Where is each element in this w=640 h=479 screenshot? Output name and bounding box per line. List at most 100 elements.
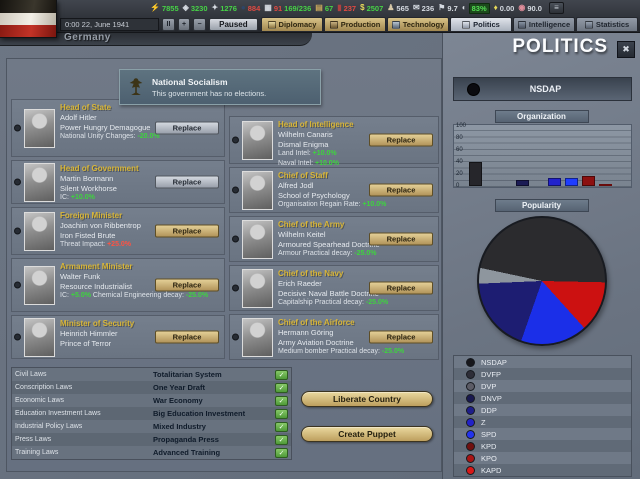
party-row[interactable]: KPD (454, 440, 631, 452)
ruling-party-selector[interactable]: NSDAP (453, 77, 632, 101)
party-row[interactable]: DDP (454, 404, 631, 416)
minister-portrait (24, 163, 55, 202)
party-row[interactable]: SPD (454, 428, 631, 440)
replace-button[interactable]: Replace (155, 122, 219, 135)
org-ytick: 60 (456, 147, 463, 153)
law-check-icon[interactable]: ✓ (275, 409, 288, 419)
replace-button[interactable]: Replace (155, 331, 219, 344)
minister-slot-title: Chief of the Navy (278, 269, 434, 278)
party-legend: NSDAP DVFP DVP DNVP DDP Z SPD KPD KPO KA… (453, 355, 632, 477)
crude-oil-icon: ● (241, 4, 246, 12)
party-row[interactable]: DVFP (454, 368, 631, 380)
minister-effect: Medium bomber Practical decay: -25.0% (278, 348, 434, 357)
party-color-dot (466, 442, 475, 451)
law-check-icon[interactable]: ✓ (275, 396, 288, 406)
law-row[interactable]: Civil LawsTotalitarian System✓ (12, 368, 291, 381)
replace-button[interactable]: Replace (155, 225, 219, 238)
replace-button[interactable]: Replace (155, 279, 219, 292)
supplies-resource: ▤67 (315, 4, 333, 13)
tab-production[interactable]: Production (324, 17, 386, 32)
minister-column-right: Head of Intelligence Wilhelm Canaris Dis… (229, 116, 439, 363)
technology-tab-icon (392, 21, 400, 29)
pause-button[interactable]: II (162, 18, 175, 31)
replace-button[interactable]: Replace (369, 134, 433, 147)
metal-resource: ◈3230 (183, 4, 208, 13)
tab-politics[interactable]: Politics (450, 17, 512, 32)
party-row[interactable]: NSDAP (454, 356, 631, 368)
minister-radio[interactable] (232, 137, 239, 144)
org-bar-DNVP (516, 180, 529, 186)
party-row[interactable]: KPO (454, 452, 631, 464)
menu-button[interactable]: ≡ (549, 2, 564, 14)
party-row[interactable]: Z (454, 416, 631, 428)
energy-value: 7855 (162, 4, 179, 13)
minister-portrait (242, 220, 273, 259)
replace-button[interactable]: Replace (369, 331, 433, 344)
party-row[interactable]: DVP (454, 380, 631, 392)
minister-portrait (24, 318, 55, 357)
tab-statistics[interactable]: Statistics (576, 17, 638, 32)
law-row[interactable]: Economic LawsWar Economy✓ (12, 394, 291, 407)
minister-portrait (24, 266, 55, 305)
leadership-value: 565 (396, 4, 409, 13)
minister-portrait (24, 109, 55, 148)
minister-radio[interactable] (14, 282, 21, 289)
law-row[interactable]: Press LawsPropaganda Press✓ (12, 433, 291, 446)
law-row[interactable]: Industrial Policy LawsMixed Industry✓ (12, 420, 291, 433)
org-bar-SPD (565, 178, 578, 186)
tab-technology[interactable]: Technology (387, 17, 449, 32)
minister-effect: Capitalship Practical decay: -25.0% (278, 299, 434, 308)
minister-slot-title: Chief of the Airforce (278, 318, 434, 327)
minister-effect: IC: +5.0% Chemical Engineering decay: -2… (60, 292, 220, 301)
law-category: Economic Laws (15, 397, 153, 404)
party-row[interactable]: KAPD (454, 464, 631, 476)
party-color-dot (466, 370, 475, 379)
minister-radio[interactable] (14, 125, 21, 132)
country-name: Germany (64, 32, 111, 43)
government-type-banner: National Socialism This government has n… (119, 69, 321, 105)
law-value: Propaganda Press (153, 435, 275, 444)
minister-radio[interactable] (232, 236, 239, 243)
law-row[interactable]: Training LawsAdvanced Training✓ (12, 446, 291, 459)
law-check-icon[interactable]: ✓ (275, 383, 288, 393)
minister-radio[interactable] (232, 285, 239, 292)
intelligence-tab-icon (518, 21, 526, 29)
minister-radio[interactable] (14, 179, 21, 186)
party-color-dot (466, 430, 475, 439)
close-icon[interactable]: ✖ (617, 41, 635, 58)
diplomatic-influence-resource: ✉236 (413, 4, 434, 13)
law-check-icon[interactable]: ✓ (275, 435, 288, 445)
law-check-icon[interactable]: ✓ (275, 448, 288, 458)
replace-button[interactable]: Replace (369, 282, 433, 295)
replace-button[interactable]: Replace (369, 184, 433, 197)
law-row[interactable]: Education Investment LawsBig Education I… (12, 407, 291, 420)
minister-column-left: Head of State Adolf Hitler Power Hungry … (11, 99, 225, 362)
liberate-country-button[interactable]: Liberate Country (301, 391, 433, 407)
minister-radio[interactable] (232, 334, 239, 341)
party-row[interactable]: DNVP (454, 392, 631, 404)
minister-of-security: Minister of Security Heinrich Himmler Pr… (11, 315, 225, 359)
eagle-icon (128, 74, 144, 100)
law-row[interactable]: Conscription LawsOne Year Draft✓ (12, 381, 291, 394)
speed-down-button[interactable]: − (193, 18, 206, 31)
minister-radio[interactable] (232, 187, 239, 194)
officers-icon: ◐ (462, 4, 467, 12)
diplomatic-influence-value: 236 (422, 4, 435, 13)
minister-radio[interactable] (14, 334, 21, 341)
resource-strip: ⚡7855 ◈3230 ✦1276 ●884 ▦91169/236 ▤67 ▮2… (150, 1, 564, 15)
law-check-icon[interactable]: ✓ (275, 422, 288, 432)
production-tab-icon (330, 21, 338, 29)
law-check-icon[interactable]: ✓ (275, 370, 288, 380)
replace-button[interactable]: Replace (155, 176, 219, 189)
crude-oil-resource: ●884 (241, 4, 260, 13)
org-ytick: 0 (456, 183, 459, 189)
tab-diplomacy[interactable]: Diplomacy (261, 17, 323, 32)
law-category: Training Laws (15, 449, 153, 456)
tab-intelligence[interactable]: Intelligence (513, 17, 575, 32)
minister-radio[interactable] (14, 228, 21, 235)
create-puppet-button[interactable]: Create Puppet (301, 426, 433, 442)
popularity-pie-chart (477, 216, 607, 346)
speed-up-button[interactable]: + (178, 18, 191, 31)
supplies-icon: ▤ (315, 4, 323, 12)
replace-button[interactable]: Replace (369, 233, 433, 246)
